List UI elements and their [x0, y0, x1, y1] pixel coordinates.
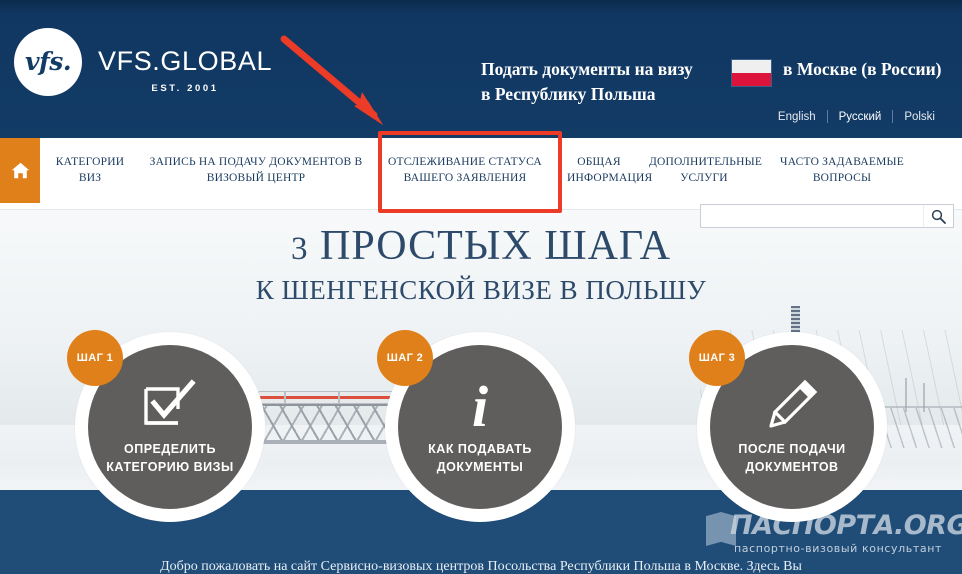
brand-name: VFS.GLOBAL	[98, 46, 273, 76]
site-header: vfs. VFS.GLOBAL EST. 2001 Подать докумен…	[0, 0, 962, 138]
header-service-title: Подать документы на визу в Республику По…	[481, 57, 731, 108]
step-3-label-line1: ПОСЛЕ ПОДАЧИ	[738, 441, 846, 456]
step-2-label: КАК ПОДАВАТЬ ДОКУМЕНТЫ	[405, 440, 555, 476]
vfs-logo-mark: vfs.	[24, 46, 72, 76]
step-2-badge: ШАГ 2	[377, 330, 433, 386]
step-3-label: ПОСЛЕ ПОДАЧИ ДОКУМЕНТОВ	[717, 440, 867, 476]
search-box[interactable]	[700, 204, 954, 228]
step-1-icon-wrap	[142, 378, 198, 432]
header-city-label: в Москве (в России)	[783, 59, 942, 79]
flag-stripe-red	[732, 73, 771, 86]
step-1-label: ОПРЕДЕЛИТЬ КАТЕГОРИЮ ВИЗЫ	[95, 440, 245, 476]
poland-flag-icon	[731, 59, 772, 87]
step-1-badge: ШАГ 1	[67, 330, 123, 386]
watermark-title: ПАСПОРТА.ORG	[730, 510, 962, 541]
step-2-icon-wrap: i	[458, 378, 502, 432]
nav-item-faq[interactable]: ЧАСТО ЗАДАВАЕМЫЕ ВОПРОСЫ	[768, 155, 916, 186]
search-icon	[931, 209, 946, 224]
brand-block: VFS.GLOBAL EST. 2001	[98, 46, 273, 95]
step-2-label-line2: ДОКУМЕНТЫ	[436, 460, 524, 474]
header-service-title-line2: в Республику Польша	[481, 84, 656, 105]
step-2-label-line1: КАК ПОДАВАТЬ	[428, 441, 532, 456]
hero-title-line1-rest: ПРОСТЫХ ШАГА	[308, 223, 671, 269]
step-card-3[interactable]: ПОСЛЕ ПОДАЧИ ДОКУМЕНТОВ ШАГ 3	[689, 330, 887, 522]
pencil-icon	[769, 379, 818, 428]
svg-text:i: i	[472, 378, 488, 432]
home-icon	[11, 162, 29, 179]
checkbox-check-icon	[144, 379, 196, 425]
header-service-title-line1: Подать документы на визу	[481, 59, 693, 79]
hero-title-line2: К ШЕНГЕНСКОЙ ВИЗЕ В ПОЛЬШУ	[255, 275, 707, 306]
step-3-badge: ШАГ 3	[689, 330, 745, 386]
flag-stripe-white	[732, 60, 771, 73]
language-link-russian[interactable]: Русский	[828, 111, 893, 123]
annotation-arrow-icon	[280, 35, 383, 125]
step-card-1[interactable]: ОПРЕДЕЛИТЬ КАТЕГОРИЮ ВИЗЫ ШАГ 1	[67, 330, 265, 522]
language-switcher: English Русский Polski	[767, 110, 946, 123]
nav-item-additional-services[interactable]: ДОПОЛНИТЕЛЬНЫЕ УСЛУГИ	[640, 155, 768, 186]
nav-item-general-info[interactable]: ОБЩАЯ ИНФОРМАЦИЯ	[558, 155, 652, 186]
annotation-highlight-box	[378, 131, 562, 213]
language-link-english[interactable]: English	[767, 111, 827, 123]
nav-home-button[interactable]	[0, 138, 40, 203]
search-button[interactable]	[923, 205, 953, 227]
hero-title-line1: 3 ПРОСТЫХ ШАГА	[0, 224, 962, 268]
nav-item-visa-categories[interactable]: КАТЕГОРИИ ВИЗ	[40, 155, 140, 186]
language-link-polish[interactable]: Polski	[893, 111, 946, 123]
step-3-label-line2: ДОКУМЕНТОВ	[745, 460, 839, 474]
step-3-icon-wrap	[765, 378, 819, 432]
hero-title: 3 ПРОСТЫХ ШАГА К ШЕНГЕНСКОЙ ВИЗЕ В ПОЛЬШ…	[0, 224, 962, 306]
watermark-subtitle: паспортно-визовый консультант	[734, 542, 942, 555]
info-italic-icon: i	[472, 378, 488, 432]
step-1-label-line1: ОПРЕДЕЛИТЬ	[124, 441, 216, 456]
step-1-label-line2: КАТЕГОРИЮ ВИЗЫ	[106, 460, 234, 474]
site-watermark: ПАСПОРТА.ORG паспортно-визовый консульта…	[706, 510, 962, 564]
search-input[interactable]	[701, 205, 923, 227]
step-card-2[interactable]: i КАК ПОДАВАТЬ ДОКУМЕНТЫ ШАГ 2	[377, 330, 575, 522]
nav-item-appointment[interactable]: ЗАПИСЬ НА ПОДАЧУ ДОКУМЕНТОВ В ВИЗОВЫЙ ЦЕ…	[140, 155, 372, 186]
vfs-logo-badge[interactable]: vfs.	[14, 28, 82, 96]
brand-established: EST. 2001	[151, 83, 219, 94]
hero-title-number: 3	[291, 231, 309, 267]
